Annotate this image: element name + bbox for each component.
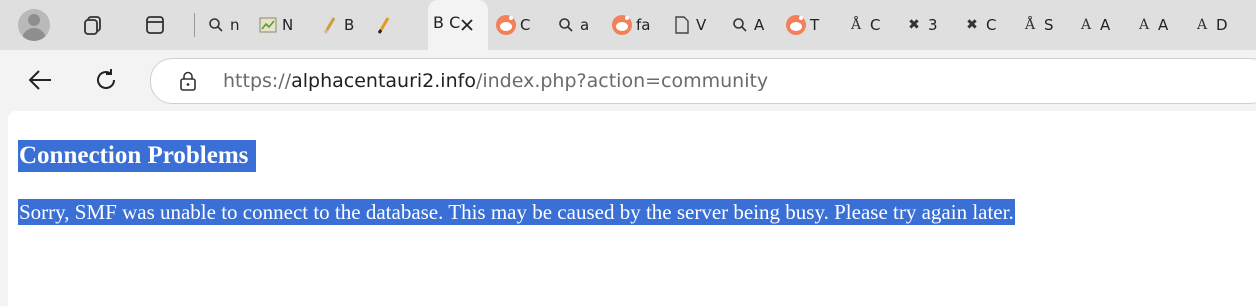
tab-7[interactable]: fa <box>612 0 650 50</box>
x-icon: ✖ <box>908 17 920 33</box>
tab-label: A <box>1100 16 1111 34</box>
tab-14[interactable]: Å S <box>1020 0 1054 50</box>
tab-5[interactable]: C <box>496 0 530 50</box>
tab-6[interactable]: a <box>556 0 589 50</box>
reload-icon <box>97 69 115 89</box>
triangle-a-icon: Å <box>1024 17 1036 33</box>
tab-strip: n N B B C C a fa V A T Å C ✖ 3 ✖ C Å S A… <box>0 0 1256 50</box>
tab-4[interactable] <box>374 0 394 50</box>
tab-13[interactable]: ✖ C <box>962 0 996 50</box>
back-button[interactable] <box>26 66 54 94</box>
tab-actions-button[interactable] <box>142 12 168 38</box>
tab-8[interactable]: V <box>672 0 706 50</box>
search-icon <box>206 15 226 35</box>
tab-16[interactable]: A A <box>1134 0 1168 50</box>
tab-label: S <box>1044 16 1054 34</box>
tab-label: T <box>810 16 820 34</box>
address-bar[interactable]: https://alphacentauri2.info/index.php?ac… <box>150 58 1256 104</box>
tab-1[interactable]: n <box>206 0 240 50</box>
tab-17[interactable]: A D <box>1192 0 1228 50</box>
tab-label: V <box>696 16 707 34</box>
serif-a-icon: A <box>1138 17 1150 33</box>
triangle-a-icon: Å <box>850 17 862 33</box>
tab-label: C <box>870 16 881 34</box>
avatar-head <box>28 14 40 26</box>
vertical-tabs-icon <box>146 16 164 34</box>
page-title: Connection Problems <box>18 140 257 172</box>
navigation-bar: https://alphacentauri2.info/index.php?ac… <box>0 50 1256 108</box>
tab-label: N <box>282 16 294 34</box>
reload-button[interactable] <box>92 66 120 94</box>
url-text[interactable]: https://alphacentauri2.info/index.php?ac… <box>223 70 768 92</box>
close-tab-button[interactable] <box>454 12 480 38</box>
serif-a-icon: A <box>1196 17 1208 33</box>
tab-10[interactable]: T <box>786 0 819 50</box>
close-icon <box>461 19 473 31</box>
paintbrush-icon <box>320 15 340 35</box>
paintbrush-icon <box>374 15 394 35</box>
tab-label: C <box>986 16 997 34</box>
tab-label: a <box>580 16 590 34</box>
tab-9[interactable]: A <box>730 0 764 50</box>
url-scheme: https:// <box>223 70 292 92</box>
tab-12[interactable]: ✖ 3 <box>904 0 938 50</box>
page-content: Connection Problems Sorry, SMF was unabl… <box>8 111 1256 306</box>
tab-label: C <box>520 16 531 34</box>
tab-11[interactable]: Å C <box>846 0 881 50</box>
x-icon: ✖ <box>966 17 978 33</box>
tab-label: B <box>344 16 355 34</box>
tab-label: A <box>1158 16 1169 34</box>
tab-divider <box>194 13 195 37</box>
tab-label: D <box>1216 16 1228 34</box>
back-arrow-icon <box>28 70 51 90</box>
search-icon <box>730 15 750 35</box>
tab-3[interactable]: B <box>320 0 354 50</box>
reddit-icon <box>496 15 516 35</box>
tab-label: 3 <box>928 16 938 34</box>
tab-15[interactable]: A A <box>1076 0 1110 50</box>
tab-2[interactable]: N <box>258 0 293 50</box>
tab-active[interactable]: B C <box>428 0 488 50</box>
page-icon <box>672 15 692 35</box>
image-icon <box>258 15 278 35</box>
tab-label: A <box>754 16 765 34</box>
workspaces-button[interactable] <box>80 12 106 38</box>
avatar-body <box>22 28 46 41</box>
serif-a-icon: A <box>1080 17 1092 33</box>
tab-label: n <box>230 16 240 34</box>
error-message: Sorry, SMF was unable to connect to the … <box>18 199 1015 225</box>
lock-icon[interactable] <box>179 71 197 91</box>
url-path: /index.php?action=community <box>475 70 769 92</box>
search-icon <box>556 15 576 35</box>
profile-avatar[interactable] <box>18 9 50 41</box>
tab-label: fa <box>636 16 651 34</box>
workspaces-icon <box>84 16 101 35</box>
reddit-icon <box>612 15 632 35</box>
url-host: alphacentauri2.info <box>291 70 476 92</box>
reddit-icon <box>786 15 806 35</box>
